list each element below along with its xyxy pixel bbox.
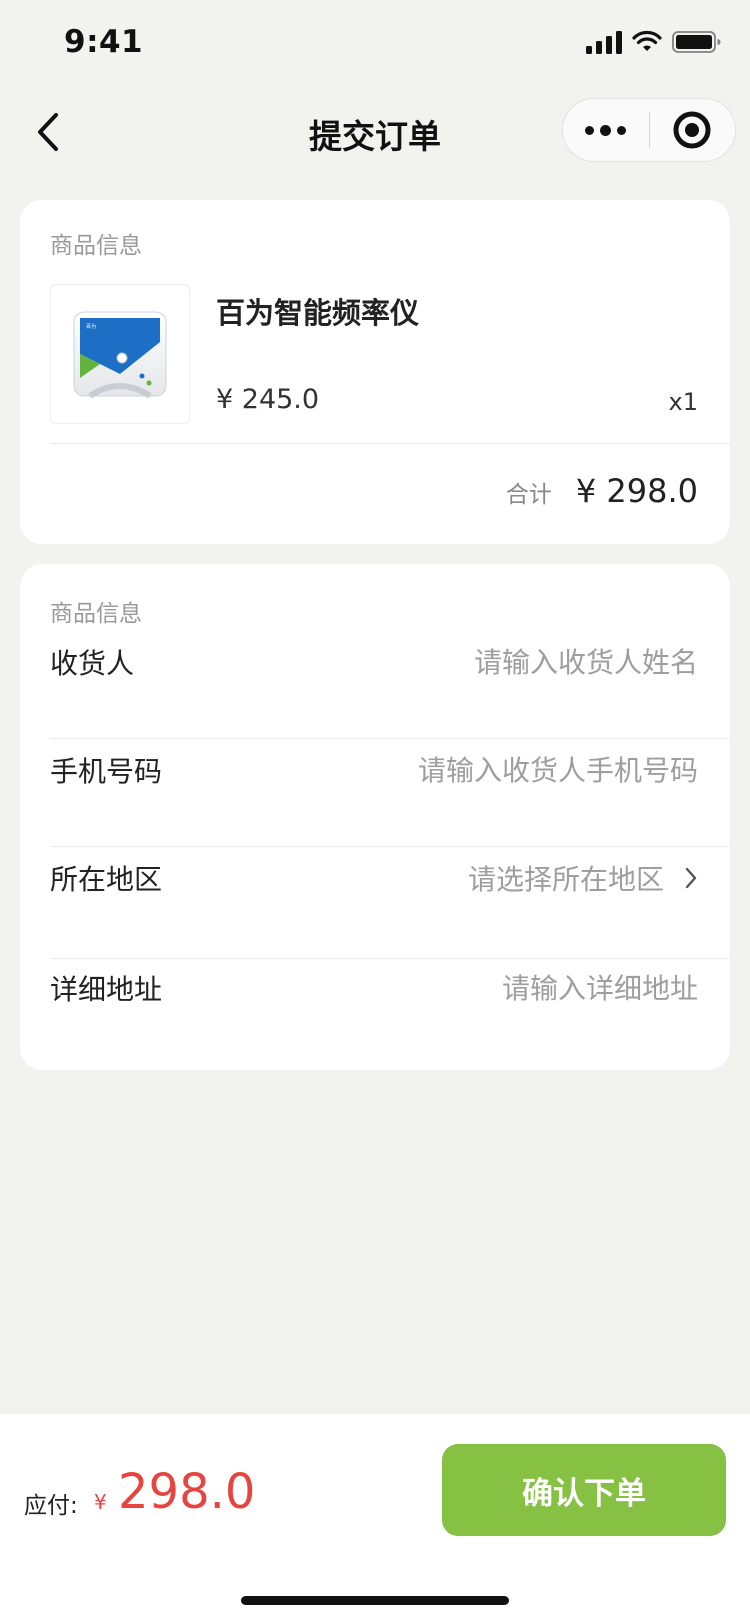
wifi-icon — [632, 30, 662, 54]
pay-amount: 298.0 — [118, 1464, 256, 1520]
phone-number-input[interactable] — [278, 753, 698, 787]
product-card: 商品信息 百为 百为智能频率仪 ¥ 245.0 x1 合计 ¥ 298.0 — [20, 200, 730, 544]
confirm-order-button[interactable]: 确认下单 — [442, 1444, 726, 1536]
target-icon — [673, 111, 711, 149]
close-miniprogram-button[interactable] — [650, 99, 736, 161]
divider — [50, 443, 730, 444]
total-row: 合计 ¥ 298.0 — [506, 472, 698, 510]
divider — [50, 846, 730, 847]
shipping-form-card: 商品信息 收货人 手机号码 所在地区 请选择所在地区 详细地址 — [20, 564, 730, 1070]
form-row-recipient: 收货人 — [50, 642, 698, 682]
miniprogram-capsule — [562, 98, 736, 162]
address-label: 详细地址 — [50, 973, 163, 1006]
product-name: 百为智能频率仪 — [216, 296, 420, 330]
status-icons — [586, 30, 722, 54]
order-submit-page: 9:41 提交订单 商品信息 百为 百为智能频率仪 ¥ 245.0 x1 合计 … — [0, 0, 750, 1624]
phone-label: 手机号码 — [50, 755, 163, 788]
recipient-label: 收货人 — [50, 647, 135, 680]
section-label: 商品信息 — [50, 233, 142, 259]
signal-icon — [586, 30, 622, 54]
total-value: ¥ 298.0 — [575, 472, 698, 510]
product-thumbnail[interactable]: 百为 — [50, 284, 190, 424]
pay-currency: ¥ — [94, 1490, 107, 1514]
form-row-region: 所在地区 请选择所在地区 — [50, 858, 698, 898]
divider — [50, 958, 730, 959]
divider — [50, 738, 730, 739]
detail-address-input[interactable] — [318, 971, 698, 1005]
more-icon — [585, 124, 627, 136]
pay-label: 应付: — [24, 1493, 78, 1519]
home-indicator — [241, 1596, 509, 1605]
form-row-phone: 手机号码 — [50, 750, 698, 790]
section-label: 商品信息 — [50, 601, 142, 627]
chevron-right-icon — [685, 867, 697, 889]
region-picker[interactable]: 请选择所在地区 — [468, 858, 698, 898]
device-image: 百为 — [73, 311, 167, 399]
form-row-address: 详细地址 — [50, 968, 698, 1008]
region-placeholder: 请选择所在地区 — [467, 863, 664, 896]
status-time: 9:41 — [64, 24, 144, 60]
total-label: 合计 — [505, 482, 552, 508]
more-button[interactable] — [563, 99, 649, 161]
product-price: ¥ 245.0 — [216, 384, 320, 415]
navigation-bar: 提交订单 — [0, 88, 750, 176]
status-bar: 9:41 — [0, 0, 750, 88]
recipient-name-input[interactable] — [318, 645, 698, 679]
product-quantity: x1 — [668, 388, 698, 416]
svg-text:百为: 百为 — [86, 323, 96, 330]
region-label: 所在地区 — [50, 863, 163, 896]
battery-icon — [672, 30, 722, 54]
bottom-pay-bar: 应付: ¥ 298.0 确认下单 — [0, 1414, 750, 1624]
